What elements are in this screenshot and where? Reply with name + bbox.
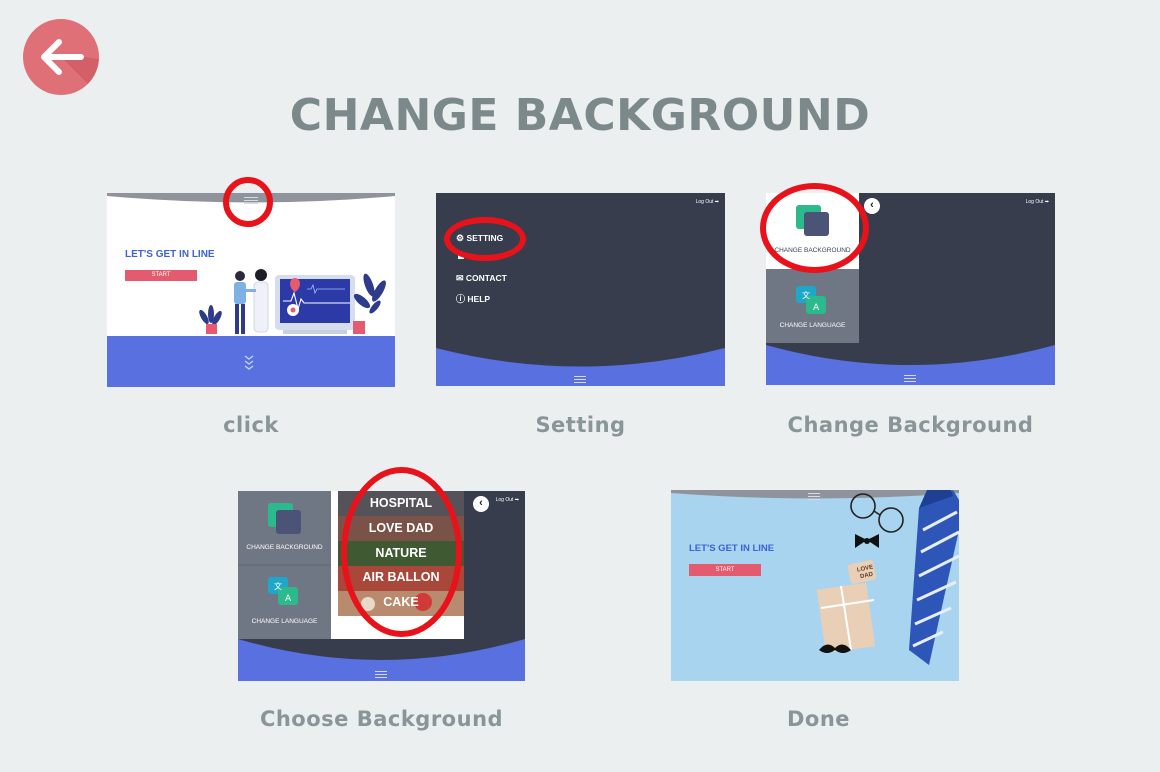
step-caption: Change Background bbox=[787, 413, 1034, 437]
highlight-ring bbox=[341, 467, 462, 637]
svg-text:文: 文 bbox=[802, 290, 810, 300]
chevron-left-icon[interactable]: ‹ bbox=[864, 198, 880, 214]
menu-icon[interactable] bbox=[808, 493, 820, 500]
start-button[interactable]: START bbox=[125, 270, 197, 281]
tile-change-language-label[interactable]: CHANGE LANGUAGE bbox=[238, 618, 331, 625]
mail-icon: ✉ bbox=[456, 273, 464, 283]
logout-link[interactable]: Log Out ➡ bbox=[496, 497, 519, 503]
chevron-left-icon[interactable]: ‹ bbox=[473, 496, 489, 512]
tile-change-background-label[interactable]: CHANGE BACKGROUND bbox=[238, 544, 331, 551]
page-title: CHANGE BACKGROUND bbox=[289, 90, 871, 141]
info-icon: ⓘ bbox=[456, 294, 466, 304]
highlight-ring bbox=[223, 177, 273, 227]
screen-heading: LET'S GET IN LINE bbox=[689, 543, 775, 554]
arrow-left-icon bbox=[41, 39, 99, 95]
start-button[interactable]: START bbox=[689, 564, 761, 576]
highlight-ring bbox=[444, 217, 526, 261]
menu-icon[interactable] bbox=[904, 375, 916, 382]
back-button[interactable] bbox=[23, 19, 99, 95]
svg-text:A: A bbox=[285, 594, 292, 604]
svg-text:A: A bbox=[813, 303, 820, 313]
step-caption: Choose Background bbox=[259, 707, 504, 731]
logout-link[interactable]: Log Out ➡ bbox=[1026, 199, 1049, 205]
logout-link[interactable]: Log Out ➡ bbox=[696, 199, 719, 205]
translate-icon: 文 A bbox=[796, 286, 826, 314]
menu-item-help[interactable]: ⓘ HELP bbox=[456, 292, 490, 305]
screen-heading: LET'S GET IN LINE bbox=[125, 249, 215, 260]
step-caption: Done bbox=[786, 707, 851, 731]
menu-icon[interactable] bbox=[574, 376, 586, 383]
tile-change-language-label[interactable]: CHANGE LANGUAGE bbox=[766, 322, 859, 329]
menu-item-contact[interactable]: ✉ CONTACT bbox=[456, 273, 507, 284]
step-caption: Setting bbox=[535, 413, 626, 437]
highlight-ring bbox=[760, 183, 869, 273]
step-caption: click bbox=[223, 413, 279, 437]
menu-icon[interactable] bbox=[375, 671, 387, 678]
change-background-icon bbox=[268, 503, 301, 534]
svg-text:文: 文 bbox=[274, 581, 282, 591]
translate-icon: 文 A bbox=[268, 577, 298, 605]
step-done-screenshot: LOVE DAD LET'S GET IN LINE START bbox=[671, 490, 959, 681]
